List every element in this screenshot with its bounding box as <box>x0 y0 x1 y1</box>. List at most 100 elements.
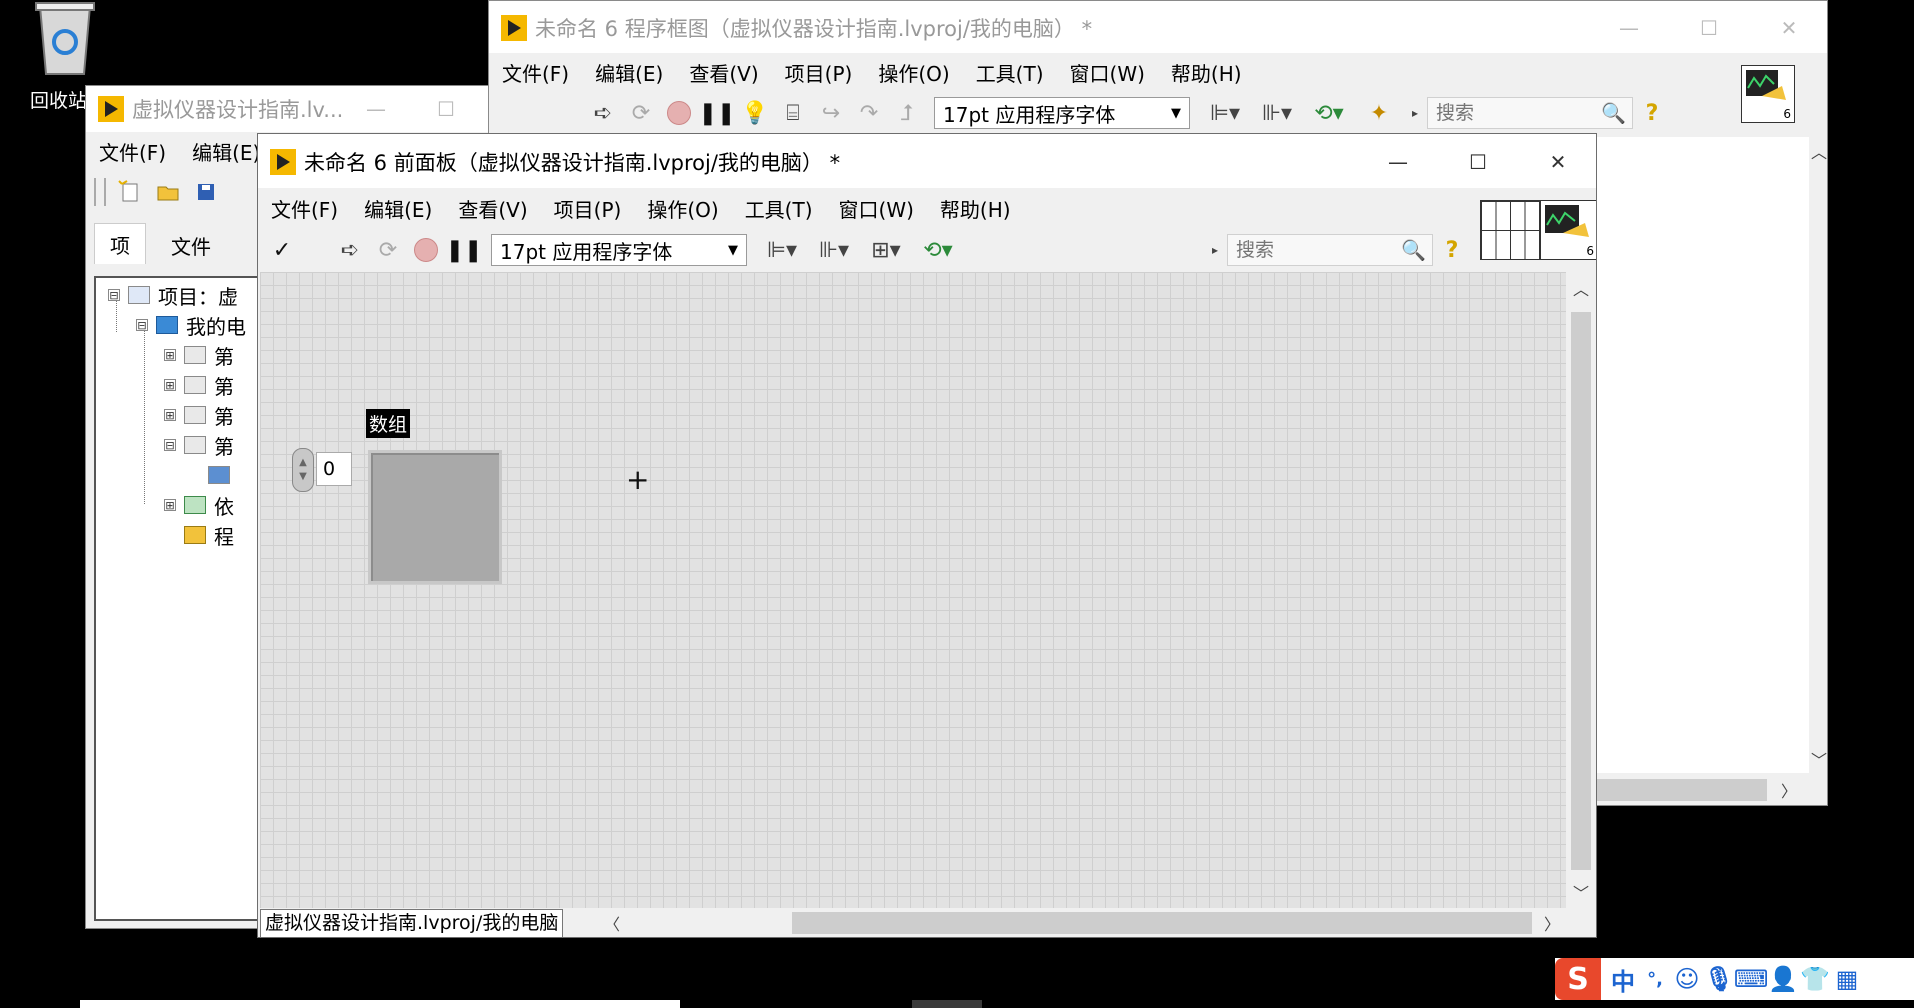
tree-folder[interactable]: ⊞ 第 <box>164 372 234 399</box>
expander-icon[interactable]: ⊟ <box>108 289 120 301</box>
close-button[interactable]: ✕ <box>1518 134 1596 190</box>
user-icon[interactable]: 👤 <box>1767 963 1799 995</box>
front-panel-vscrollbar[interactable]: ︿ ﹀ <box>1566 272 1596 908</box>
tree-folder[interactable]: ⊟ 第 <box>164 432 234 459</box>
increment-icon[interactable]: ▲ <box>299 456 307 470</box>
menu-operate[interactable]: 操作(O) <box>634 194 731 223</box>
scroll-thumb[interactable] <box>1571 312 1591 870</box>
tab-files[interactable]: 文件 <box>151 227 231 263</box>
run-continuously-icon[interactable]: ⟳ <box>374 236 402 264</box>
highlight-execution-icon[interactable]: 💡 <box>741 99 769 127</box>
expander-icon[interactable]: ⊞ <box>164 379 176 391</box>
microphone-icon[interactable]: 🎙 <box>1703 963 1735 995</box>
array-index-display[interactable]: 0 <box>316 452 352 486</box>
menu-edit[interactable]: 编辑(E) <box>351 194 445 223</box>
pause-icon[interactable]: ❚❚ <box>446 236 483 264</box>
decrement-icon[interactable]: ▼ <box>299 470 307 484</box>
minimize-button[interactable]: — <box>341 86 411 132</box>
emoji-icon[interactable]: ☺ <box>1671 963 1703 995</box>
menu-tools[interactable]: 工具(T) <box>732 194 826 223</box>
run-arrow-icon[interactable]: ➪ <box>589 99 617 127</box>
font-select[interactable]: 17pt 应用程序字体 ▼ <box>491 234 747 266</box>
distribute-objects-icon[interactable]: ⊪▾ <box>1256 99 1298 127</box>
block-diagram-canvas[interactable] <box>1597 137 1809 773</box>
help-icon[interactable]: ? <box>1638 99 1666 127</box>
sogou-logo-icon[interactable]: S <box>1555 958 1601 1000</box>
block-diagram-titlebar[interactable]: 未命名 6 程序框图（虚拟仪器设计指南.lvproj/我的电脑） * — ☐ ✕ <box>489 1 1827 55</box>
search-expander-icon[interactable]: ▸ <box>1408 99 1422 127</box>
retain-wire-values-icon[interactable]: ⌸ <box>779 99 807 127</box>
array-element-frame[interactable] <box>368 450 502 584</box>
maximize-button[interactable]: ☐ <box>1438 134 1518 190</box>
help-icon[interactable]: ? <box>1438 236 1466 264</box>
menu-view[interactable]: 查看(V) <box>676 58 771 87</box>
pause-icon[interactable]: ❚❚ <box>699 99 736 127</box>
scroll-down-icon[interactable]: ﹀ <box>1569 880 1593 904</box>
reorder-icon[interactable]: ⟲▾ <box>917 236 959 264</box>
menu-project[interactable]: 项目(P) <box>541 194 635 223</box>
maximize-button[interactable]: ☐ <box>1669 1 1749 55</box>
ime-punctuation-toggle[interactable]: °, <box>1639 963 1671 995</box>
menu-tools[interactable]: 工具(T) <box>963 58 1057 87</box>
menu-file[interactable]: 文件(F) <box>86 137 179 166</box>
skin-icon[interactable]: 👕 <box>1799 963 1831 995</box>
scroll-down-icon[interactable]: ﹀ <box>1807 747 1827 771</box>
scroll-thumb[interactable] <box>1597 779 1767 801</box>
expander-icon[interactable]: ⊞ <box>164 349 176 361</box>
save-all-icon[interactable] <box>192 178 220 206</box>
menu-edit[interactable]: 编辑(E) <box>582 58 676 87</box>
search-box[interactable]: 🔍 <box>1427 97 1633 129</box>
menu-view[interactable]: 查看(V) <box>445 194 540 223</box>
toolbox-icon[interactable]: ▦ <box>1831 963 1863 995</box>
tree-vi-item[interactable] <box>208 462 238 488</box>
tree-folder[interactable]: ⊞ 第 <box>164 402 234 429</box>
tree-my-computer[interactable]: ⊟ 我的电 <box>136 312 246 339</box>
tree-dependencies[interactable]: ⊞ 依 <box>164 492 234 519</box>
tree-folder[interactable]: ⊞ 第 <box>164 342 234 369</box>
front-panel-window[interactable]: 未命名 6 前面板（虚拟仪器设计指南.lvproj/我的电脑） * — ☐ ✕ … <box>257 133 1597 938</box>
abort-icon[interactable] <box>665 99 693 127</box>
run-continuously-icon[interactable]: ⟳ <box>627 99 655 127</box>
expander-icon[interactable]: ⊟ <box>136 319 148 331</box>
search-expander-icon[interactable]: ▸ <box>1208 236 1222 264</box>
menu-window[interactable]: 窗口(W) <box>1057 58 1158 87</box>
menu-operate[interactable]: 操作(O) <box>865 58 962 87</box>
tree-project-root[interactable]: ⊟ 项目：虚 <box>108 282 238 309</box>
scroll-left-icon[interactable]: 〈 <box>600 911 624 935</box>
search-input[interactable] <box>1234 238 1402 262</box>
reorder-icon[interactable]: ⟲▾ <box>1308 99 1350 127</box>
minimize-button[interactable]: — <box>1589 1 1669 55</box>
search-icon[interactable]: 🔍 <box>1401 238 1426 262</box>
checkmark-icon[interactable]: ✓ <box>268 236 296 264</box>
keyboard-icon[interactable]: ⌨ <box>1734 963 1769 995</box>
align-objects-icon[interactable]: ⊫▾ <box>761 236 803 264</box>
step-out-icon[interactable]: ⮥ <box>893 99 921 127</box>
scroll-up-icon[interactable]: ︿ <box>1807 139 1827 163</box>
array-index-stepper[interactable]: ▲ ▼ <box>292 448 314 492</box>
new-file-icon[interactable] <box>116 178 144 206</box>
search-input[interactable] <box>1434 101 1602 125</box>
connector-pane[interactable] <box>1480 200 1540 260</box>
ime-mode-toggle[interactable]: 中 <box>1607 963 1639 996</box>
horizontal-scroll-thumb[interactable] <box>792 912 1532 934</box>
run-arrow-icon[interactable]: ➪ <box>336 236 364 264</box>
front-panel-canvas[interactable]: 数组 ▲ ▼ 0 + <box>260 272 1566 908</box>
minimize-button[interactable]: — <box>1358 134 1438 190</box>
vi-connector-icon[interactable]: 6 <box>1540 200 1596 260</box>
front-panel-titlebar[interactable]: 未命名 6 前面板（虚拟仪器设计指南.lvproj/我的电脑） * — ☐ ✕ <box>258 134 1596 190</box>
menu-file[interactable]: 文件(F) <box>258 194 351 223</box>
scroll-right-icon[interactable]: 〉 <box>1777 778 1801 802</box>
cleanup-diagram-icon[interactable]: ✦ <box>1360 99 1398 127</box>
block-diagram-hscrollbar[interactable]: 〉 <box>1597 773 1827 805</box>
scroll-up-icon[interactable]: ︿ <box>1569 276 1593 300</box>
open-folder-icon[interactable] <box>154 178 182 206</box>
expander-icon[interactable]: ⊞ <box>164 499 176 511</box>
expander-icon[interactable]: ⊟ <box>164 439 176 451</box>
block-diagram-vscrollbar[interactable]: ︿ ﹀ <box>1807 137 1827 773</box>
font-select[interactable]: 17pt 应用程序字体 ▼ <box>934 97 1190 129</box>
search-icon[interactable]: 🔍 <box>1601 101 1626 125</box>
align-objects-icon[interactable]: ⊫▾ <box>1204 99 1246 127</box>
abort-icon[interactable] <box>412 236 440 264</box>
tab-items[interactable]: 项 <box>94 223 146 264</box>
close-button[interactable]: ✕ <box>1749 1 1827 55</box>
